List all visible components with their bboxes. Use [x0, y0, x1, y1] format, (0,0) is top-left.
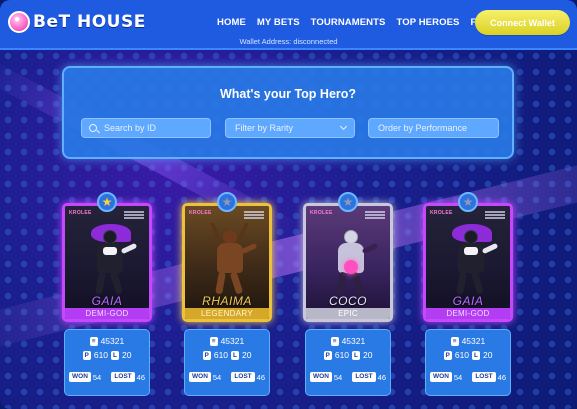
- power-label: P: [443, 350, 452, 360]
- hero-stats: ≡ 45321 P 610 L 20 WON 54 LOST 46: [425, 329, 511, 396]
- won-label: WON: [189, 372, 211, 382]
- level-value: 20: [242, 350, 252, 360]
- panel-title: What's your Top Hero?: [219, 87, 357, 101]
- card-decoration: [124, 211, 144, 221]
- nav-tournaments[interactable]: TOURNAMENTS: [311, 17, 386, 28]
- logo[interactable]: BeT HOUSE: [8, 11, 146, 33]
- lost-label: LOST: [231, 372, 255, 382]
- card-brand-tag: KROLEE: [69, 210, 92, 216]
- hero-id: 45321: [220, 336, 245, 346]
- level-label: L: [472, 350, 481, 360]
- power-value: 610: [454, 350, 470, 360]
- nav-top-heroes[interactable]: TOP HEROES: [397, 17, 460, 28]
- hero-figure-image: [326, 228, 379, 298]
- favorite-star-icon[interactable]: ★: [217, 192, 237, 212]
- level-value: 20: [363, 350, 373, 360]
- hero-name: RHAIMA: [202, 294, 252, 308]
- level-label: L: [231, 350, 240, 360]
- id-icon: ≡: [330, 336, 339, 346]
- hero-name: GAIA: [452, 294, 484, 308]
- won-value: 54: [453, 372, 463, 382]
- app-frame: BeT HOUSE HOME MY BETS TOURNAMENTS TOP H…: [0, 0, 577, 409]
- card-decoration: [244, 211, 264, 221]
- hero-id: 45321: [341, 336, 366, 346]
- power-value: 610: [93, 350, 109, 360]
- chevron-down-icon: [339, 122, 348, 131]
- lost-label: LOST: [111, 372, 135, 382]
- favorite-star-icon[interactable]: ★: [97, 192, 117, 212]
- level-label: L: [111, 350, 120, 360]
- main-nav: HOME MY BETS TOURNAMENTS TOP HEROES FAQ: [217, 17, 490, 28]
- won-label: WON: [69, 372, 91, 382]
- hero-artwork: KROLEE GAIA DEMI-GOD: [423, 203, 513, 322]
- hero-filter-panel: What's your Top Hero? Search by ID Filte…: [62, 66, 514, 159]
- power-value: 610: [334, 350, 350, 360]
- rarity-filter-label: Filter by Rarity: [235, 123, 294, 133]
- hero-card[interactable]: ★ KROLEE GAIA DEMI-GOD ≡ 45321 P 610 L 20 WO…: [421, 192, 515, 407]
- card-decoration: [485, 211, 505, 221]
- level-value: 20: [122, 350, 132, 360]
- id-icon: ≡: [209, 336, 218, 346]
- card-brand-tag: KROLEE: [189, 210, 212, 216]
- id-icon: ≡: [89, 336, 98, 346]
- search-placeholder: Search by ID: [104, 123, 157, 133]
- power-label: P: [323, 350, 332, 360]
- hero-artwork: KROLEE COCO EPIC: [303, 203, 393, 322]
- top-navigation-bar: BeT HOUSE HOME MY BETS TOURNAMENTS TOP H…: [0, 0, 577, 50]
- won-label: WON: [430, 372, 452, 382]
- search-icon: [89, 124, 97, 132]
- hero-card[interactable]: ★ KROLEE RHAIMA LEGENDARY ≡ 45321 P 610 L 20…: [180, 192, 274, 407]
- wallet-status: Wallet Address: disconnected: [239, 37, 338, 46]
- hero-figure-image: [85, 224, 138, 298]
- hero-name: COCO: [329, 294, 367, 308]
- hero-artwork: KROLEE RHAIMA LEGENDARY: [182, 203, 272, 322]
- lost-label: LOST: [352, 372, 376, 382]
- search-input[interactable]: Search by ID: [81, 118, 211, 138]
- rarity-badge: LEGENDARY: [185, 308, 269, 319]
- lost-label: LOST: [472, 372, 496, 382]
- rarity-badge: EPIC: [306, 308, 390, 319]
- level-value: 20: [483, 350, 493, 360]
- connect-wallet-button[interactable]: Connect Wallet: [475, 10, 570, 35]
- power-value: 610: [213, 350, 229, 360]
- lost-value: 46: [377, 372, 386, 382]
- lost-value: 46: [136, 372, 145, 382]
- won-value: 54: [212, 372, 222, 382]
- won-value: 54: [92, 372, 102, 382]
- favorite-star-icon[interactable]: ★: [458, 192, 478, 212]
- order-select[interactable]: Order by Performance: [368, 118, 499, 138]
- rarity-badge: DEMI-GOD: [65, 308, 149, 319]
- lost-value: 46: [256, 372, 265, 382]
- won-label: WON: [310, 372, 332, 382]
- lost-value: 46: [497, 372, 506, 382]
- hero-figure-image: [205, 222, 258, 298]
- nav-my-bets[interactable]: MY BETS: [257, 17, 300, 28]
- order-label: Order by Performance: [378, 123, 468, 133]
- logo-text: BeT HOUSE: [33, 12, 146, 32]
- hero-card[interactable]: ★ KROLEE GAIA DEMI-GOD ≡ 45321 P 610 L 20 WO…: [60, 192, 154, 407]
- level-label: L: [352, 350, 361, 360]
- logo-chip-icon: [8, 11, 30, 33]
- rarity-badge: DEMI-GOD: [426, 308, 510, 319]
- id-icon: ≡: [450, 336, 459, 346]
- hero-id: 45321: [100, 336, 125, 346]
- hero-name: GAIA: [91, 294, 123, 308]
- card-brand-tag: KROLEE: [310, 210, 333, 216]
- rarity-filter-select[interactable]: Filter by Rarity: [225, 118, 355, 138]
- power-label: P: [82, 350, 91, 360]
- favorite-star-icon[interactable]: ★: [338, 192, 358, 212]
- hero-figure-image: [446, 224, 499, 298]
- hero-stats: ≡ 45321 P 610 L 20 WON 54 LOST 46: [64, 329, 150, 396]
- hero-artwork: KROLEE GAIA DEMI-GOD: [62, 203, 152, 322]
- card-brand-tag: KROLEE: [430, 210, 453, 216]
- won-value: 54: [333, 372, 343, 382]
- hero-card[interactable]: ★ KROLEE COCO EPIC ≡ 45321 P 610 L 20 WON 54 …: [301, 192, 395, 407]
- nav-home[interactable]: HOME: [217, 17, 246, 28]
- hero-id: 45321: [461, 336, 486, 346]
- power-label: P: [202, 350, 211, 360]
- hero-stats: ≡ 45321 P 610 L 20 WON 54 LOST 46: [305, 329, 391, 396]
- card-decoration: [365, 211, 385, 221]
- hero-stats: ≡ 45321 P 610 L 20 WON 54 LOST 46: [184, 329, 270, 396]
